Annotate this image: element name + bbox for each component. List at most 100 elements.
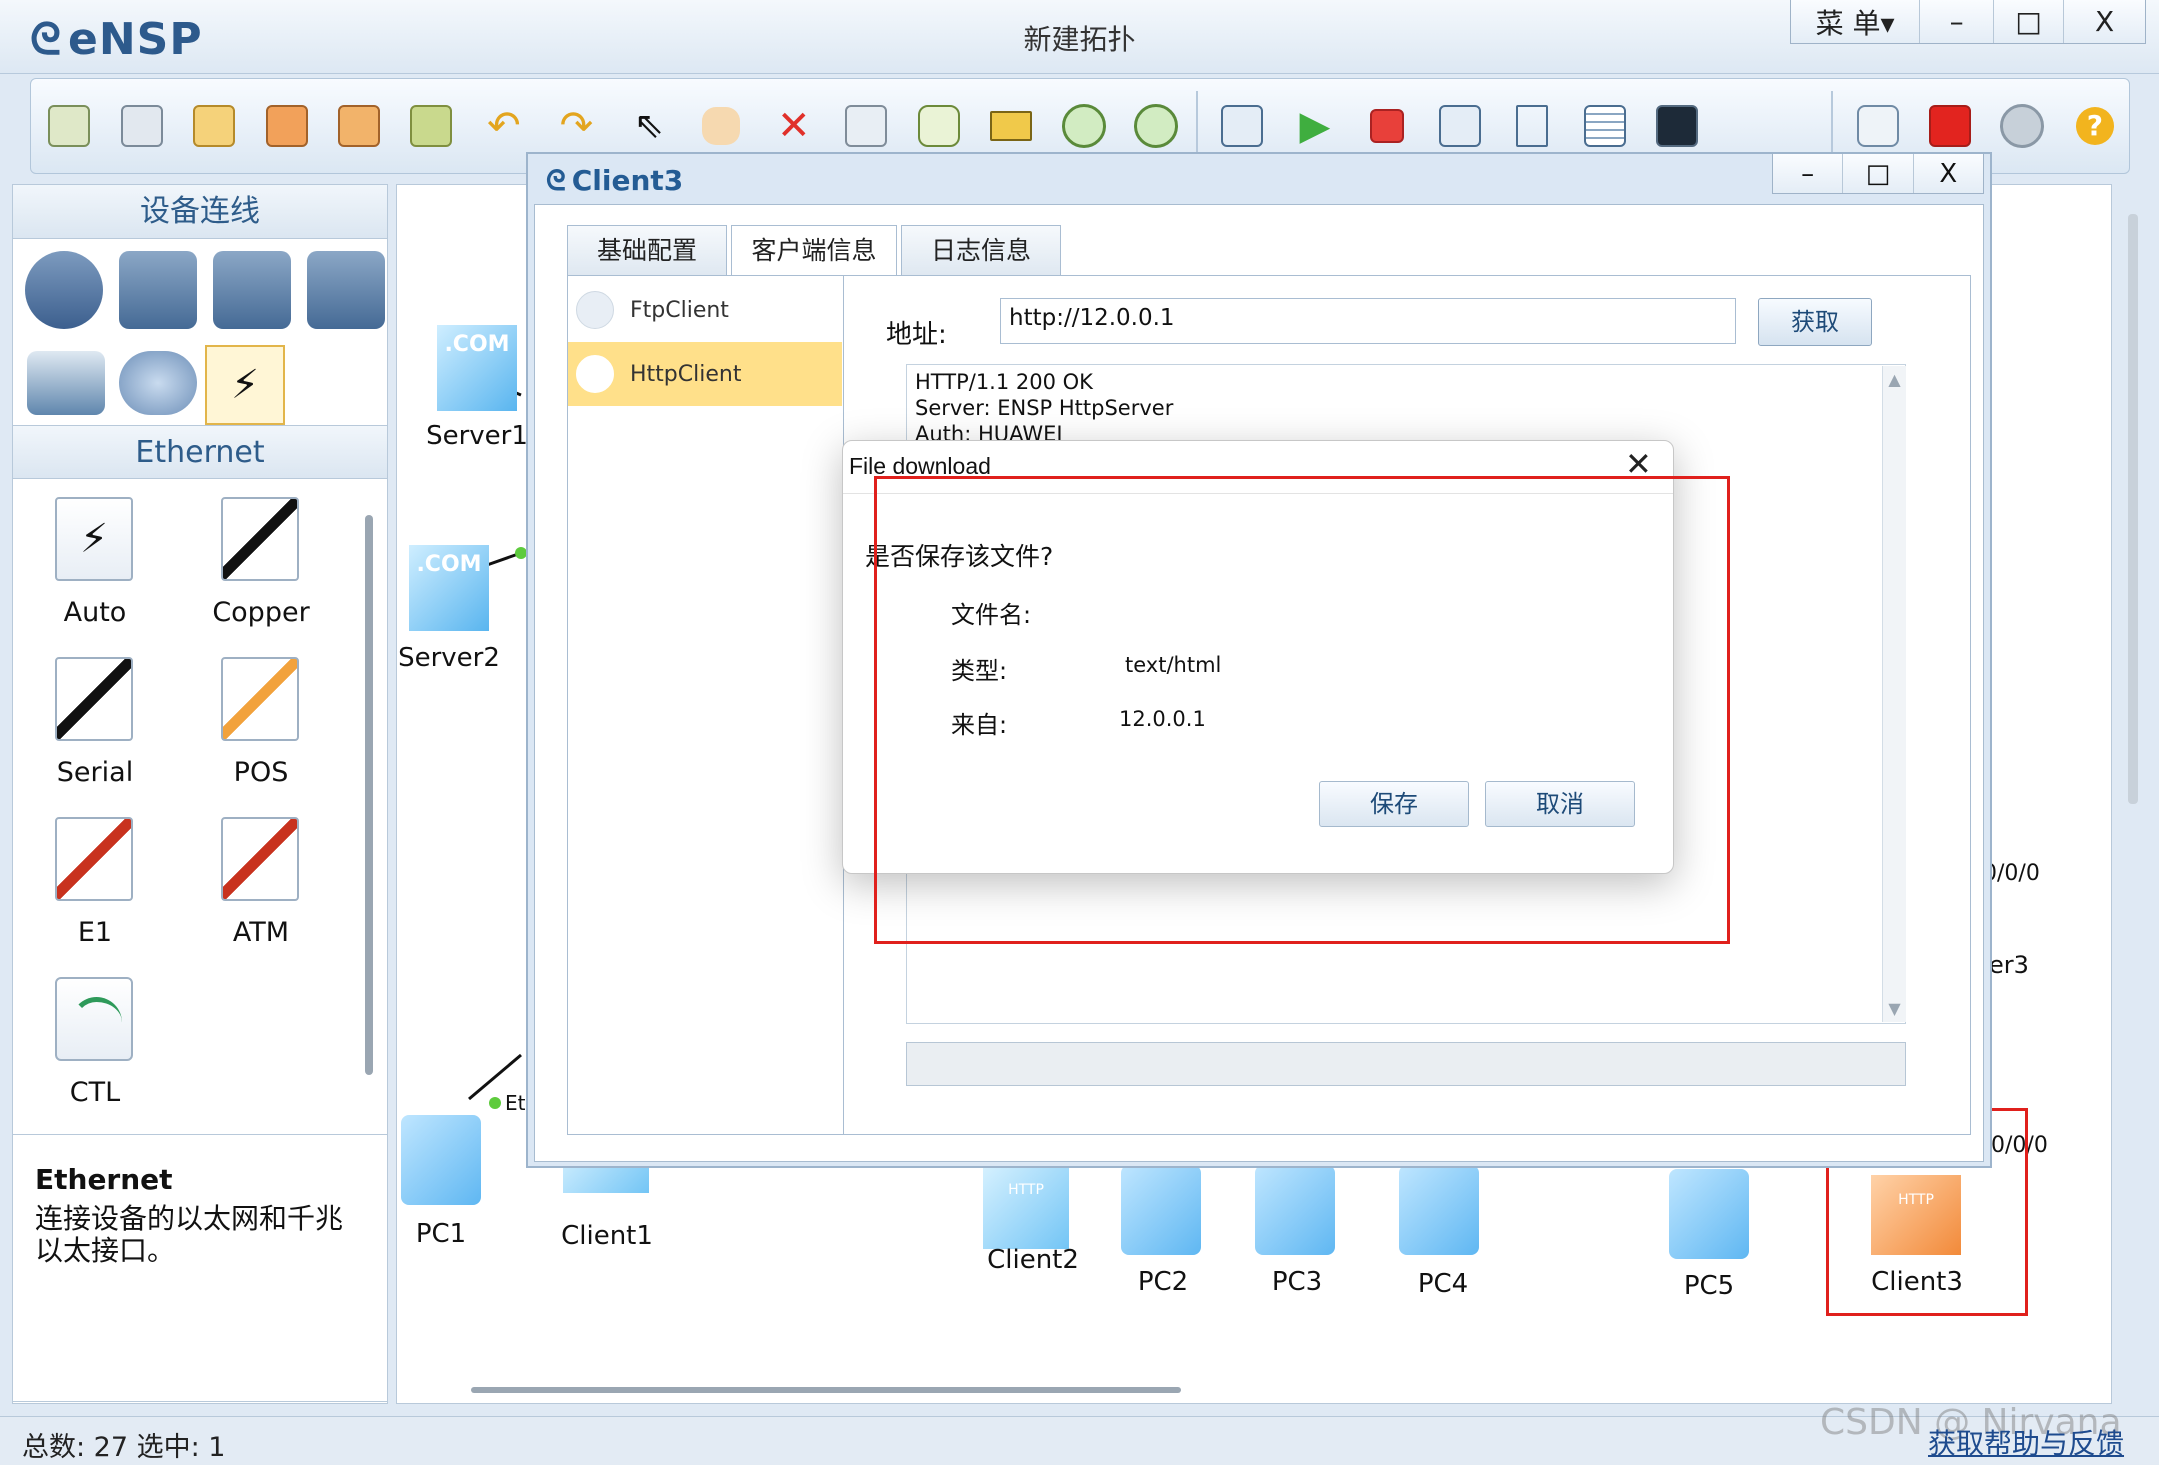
delete-icon[interactable]: ✕: [760, 91, 828, 161]
tip-text: 连接设备的以太网和千兆以太接口。: [35, 1202, 344, 1267]
response-line: HTTP/1.1 200 OK: [915, 370, 1093, 394]
minimize-button[interactable]: –: [1919, 0, 1993, 43]
server2-icon[interactable]: .COM: [409, 545, 489, 631]
palette-icon[interactable]: [977, 91, 1045, 161]
response-line: Server: ENSP HttpServer: [915, 396, 1174, 420]
tab-basic-config[interactable]: 基础配置: [567, 225, 727, 275]
chat-icon[interactable]: [1843, 91, 1911, 161]
hand-icon[interactable]: [687, 91, 755, 161]
close-button[interactable]: X: [2063, 0, 2145, 43]
dialog-maximize-button[interactable]: □: [1842, 154, 1912, 193]
help-feedback-link[interactable]: 获取帮助与反馈: [1928, 1422, 2124, 1462]
help-icon[interactable]: ?: [2061, 91, 2129, 161]
fit-icon[interactable]: [1208, 91, 1276, 161]
tab-client-info[interactable]: 客户端信息: [731, 225, 897, 275]
node-label-client1: Client1: [561, 1221, 653, 1251]
tip-title: Ethernet: [35, 1163, 173, 1196]
device-header: 设备连线: [13, 185, 387, 239]
response-scrollbar[interactable]: ▲ ▼: [1882, 366, 1906, 1022]
new-example-icon[interactable]: [107, 91, 175, 161]
text-icon[interactable]: [904, 91, 972, 161]
link-atm-icon[interactable]: [221, 817, 299, 901]
tab-log-info[interactable]: 日志信息: [901, 225, 1061, 275]
print-icon[interactable]: [397, 91, 465, 161]
client2-icon[interactable]: HTTP: [983, 1165, 1069, 1249]
pc4-icon[interactable]: [1399, 1165, 1479, 1255]
dialog-controls: – □ X: [1772, 154, 1984, 194]
grid-icon[interactable]: [1570, 91, 1638, 161]
highlight-file-download: [874, 476, 1730, 944]
window-controls: 菜 单▾ – □ X: [1790, 0, 2146, 44]
capture-icon[interactable]: [1426, 91, 1494, 161]
scroll-down-icon[interactable]: ▼: [1883, 999, 1906, 1018]
node-label-pc4: PC4: [1417, 1269, 1469, 1299]
topology-icon[interactable]: [1498, 91, 1566, 161]
node-label-pc3: PC3: [1271, 1267, 1323, 1297]
link-label: Auto: [63, 597, 127, 628]
pc5-icon[interactable]: [1669, 1169, 1749, 1259]
firewall-icon[interactable]: [307, 251, 385, 329]
pc3-icon[interactable]: [1255, 1165, 1335, 1255]
node-label-pc5: PC5: [1683, 1271, 1735, 1301]
pc2-icon[interactable]: [1121, 1165, 1201, 1255]
node-label-pc2: PC2: [1137, 1267, 1189, 1297]
link-label: ATM: [232, 917, 290, 948]
cloud-icon[interactable]: [119, 351, 197, 415]
toolbar-separator: [1196, 91, 1199, 161]
scroll-up-icon[interactable]: ▲: [1883, 370, 1906, 389]
screenshot-icon[interactable]: [1643, 91, 1711, 161]
connection-icon[interactable]: ⚡: [205, 345, 285, 425]
node-label-server3: er3: [1989, 951, 2029, 979]
panel-scrollbar[interactable]: [365, 515, 373, 1075]
settings-icon[interactable]: [1988, 91, 2056, 161]
client-type-list: FtpClient HttpClient: [568, 276, 844, 1134]
zoom-in-icon[interactable]: [1049, 91, 1117, 161]
save-icon[interactable]: [252, 91, 320, 161]
side-item-ftpclient[interactable]: FtpClient: [568, 278, 842, 342]
menu-button[interactable]: 菜 单▾: [1791, 0, 1919, 43]
wireless-icon[interactable]: [213, 251, 291, 329]
canvas-hscrollbar[interactable]: [471, 1387, 1181, 1393]
link-label: CTL: [69, 1077, 121, 1108]
start-icon[interactable]: ▶: [1281, 91, 1349, 161]
radio-dot-icon: [576, 291, 614, 329]
link-e1-icon[interactable]: [55, 817, 133, 901]
save-as-icon[interactable]: [325, 91, 393, 161]
terminal-icon[interactable]: [27, 351, 105, 415]
server1-icon[interactable]: .COM: [437, 325, 517, 411]
link-header: Ethernet: [13, 425, 387, 479]
huawei-icon[interactable]: [1916, 91, 1984, 161]
link-auto-icon[interactable]: ⚡: [55, 497, 133, 581]
link-copper-icon[interactable]: [221, 497, 299, 581]
link-pos-icon[interactable]: [221, 657, 299, 741]
dialog-title: ᘓ Client3: [546, 164, 684, 197]
undo-icon[interactable]: ↶: [470, 91, 538, 161]
delete-link-icon[interactable]: [832, 91, 900, 161]
zoom-out-icon[interactable]: [1122, 91, 1190, 161]
toolbar-separator: [1831, 91, 1834, 161]
link-serial-icon[interactable]: [55, 657, 133, 741]
address-label: 地址:: [886, 320, 947, 350]
dialog-minimize-button[interactable]: –: [1773, 154, 1842, 193]
switch-icon[interactable]: [119, 251, 197, 329]
fetch-button[interactable]: 获取: [1758, 298, 1872, 346]
address-input[interactable]: http://12.0.0.1: [1000, 298, 1736, 344]
status-count: 总数: 27 选中: 1: [22, 1432, 226, 1463]
port-label: Et: [505, 1091, 526, 1115]
select-icon[interactable]: ⇖: [615, 91, 683, 161]
maximize-button[interactable]: □: [1993, 0, 2063, 43]
tip-panel: Ethernet 连接设备的以太网和千兆以太接口。: [12, 1134, 388, 1402]
new-topology-icon[interactable]: [35, 91, 103, 161]
ensp-logo-icon: ᘓ: [546, 164, 566, 197]
open-icon[interactable]: [180, 91, 248, 161]
dialog-close-button[interactable]: X: [1912, 154, 1983, 193]
stop-icon[interactable]: [1353, 91, 1421, 161]
router-icon[interactable]: [25, 251, 103, 329]
link-ctl-icon[interactable]: [55, 977, 133, 1061]
link-label: Serial: [56, 757, 134, 788]
link-label: POS: [233, 757, 289, 788]
redo-icon[interactable]: ↷: [542, 91, 610, 161]
side-item-httpclient[interactable]: HttpClient: [568, 342, 842, 406]
pc1-icon[interactable]: [401, 1115, 481, 1205]
canvas-vscrollbar[interactable]: [2128, 214, 2138, 804]
